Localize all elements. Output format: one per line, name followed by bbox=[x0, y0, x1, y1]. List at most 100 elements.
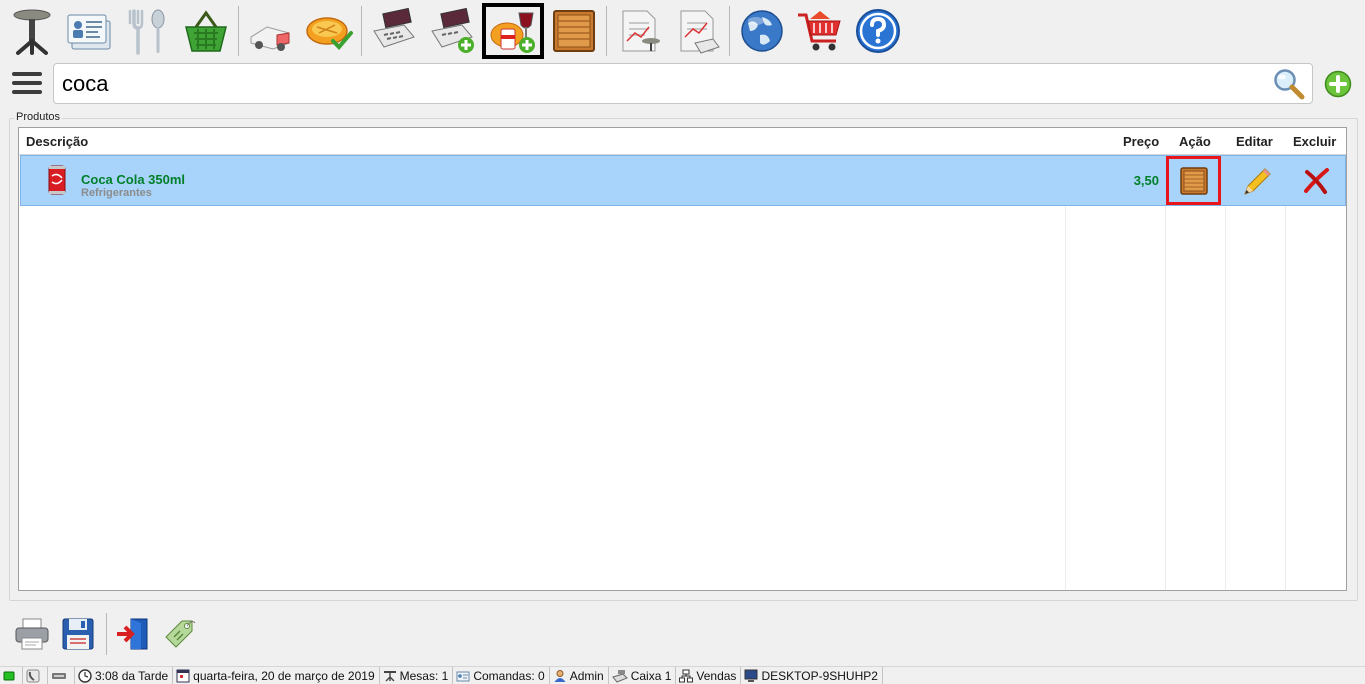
internet-button[interactable] bbox=[734, 3, 790, 59]
customer-card-icon bbox=[67, 14, 111, 50]
status-phone bbox=[23, 667, 48, 684]
pizza-orders-button[interactable] bbox=[301, 3, 357, 59]
table-stand-icon bbox=[13, 9, 51, 55]
status-user: Admin bbox=[550, 667, 609, 684]
bottom-toolbar bbox=[12, 612, 205, 656]
status-time: 3:08 da Tarde bbox=[75, 667, 174, 684]
online-shop-button[interactable] bbox=[792, 3, 848, 59]
user-icon bbox=[554, 669, 566, 682]
stock-action-button[interactable] bbox=[1166, 156, 1221, 205]
status-date-text: quarta-feira, 20 de março de 2019 bbox=[193, 668, 375, 683]
delivery-button[interactable] bbox=[243, 3, 299, 59]
calendar-icon bbox=[176, 669, 190, 682]
hamburger-line bbox=[12, 90, 42, 94]
search-input[interactable] bbox=[62, 68, 1262, 100]
table-row[interactable]: Coca Cola 350ml Refrigerantes 3,50 bbox=[20, 155, 1346, 206]
red-x-icon bbox=[1304, 167, 1329, 194]
help-button[interactable] bbox=[850, 3, 906, 59]
cash-register-small-icon bbox=[611, 669, 628, 683]
toolbar-separator bbox=[361, 6, 362, 56]
status-computer: DESKTOP-9SHUHP2 bbox=[741, 667, 883, 684]
add-product-plus-icon[interactable] bbox=[1324, 70, 1352, 98]
search-box bbox=[53, 63, 1313, 104]
status-cashier: Caixa 1 bbox=[609, 667, 677, 684]
connection-led-icon bbox=[3, 671, 15, 680]
basket-button[interactable] bbox=[178, 3, 234, 59]
delivery-truck-icon bbox=[250, 26, 290, 51]
wooden-crate-icon bbox=[1179, 166, 1208, 195]
bottom-toolbar-separator bbox=[106, 613, 107, 655]
status-orders-text: Comandas: 0 bbox=[473, 668, 545, 683]
product-category: Refrigerantes bbox=[81, 187, 152, 199]
status-orders: Comandas: 0 bbox=[453, 667, 550, 684]
grid-header: Descrição Preço Ação Editar Excluir bbox=[19, 128, 1346, 155]
delete-product-button[interactable] bbox=[1286, 156, 1346, 205]
floppy-disk-icon bbox=[62, 618, 94, 650]
cash-register-add-icon bbox=[431, 7, 474, 53]
cutlery-icon bbox=[128, 9, 165, 55]
soda-can-icon bbox=[48, 165, 66, 195]
status-connection bbox=[0, 667, 23, 684]
status-printer bbox=[48, 667, 75, 684]
column-header-description[interactable]: Descrição bbox=[26, 128, 88, 154]
status-bar: 3:08 da Tarde quarta-feira, 20 de março … bbox=[0, 666, 1365, 684]
stock-button[interactable] bbox=[546, 3, 602, 59]
phone-icon bbox=[26, 669, 40, 682]
status-date: quarta-feira, 20 de março de 2019 bbox=[173, 667, 380, 684]
table-stand-button[interactable] bbox=[4, 3, 60, 59]
report-register-icon bbox=[680, 10, 720, 54]
cash-register-button[interactable] bbox=[366, 3, 422, 59]
print-button[interactable] bbox=[12, 614, 52, 654]
column-header-price[interactable]: Preço bbox=[1123, 128, 1159, 154]
shopping-cart-home-icon bbox=[798, 11, 841, 51]
printer-small-icon bbox=[52, 672, 66, 679]
column-header-delete[interactable]: Excluir bbox=[1293, 128, 1336, 154]
hamburger-line bbox=[12, 81, 42, 85]
pie-check-icon bbox=[306, 17, 353, 50]
pencil-icon bbox=[1244, 167, 1271, 195]
column-header-edit[interactable]: Editar bbox=[1236, 128, 1273, 154]
cash-register-icon bbox=[373, 7, 415, 48]
product-name: Coca Cola 350ml bbox=[81, 172, 186, 187]
status-tables-text: Mesas: 1 bbox=[399, 668, 449, 683]
help-icon bbox=[856, 9, 900, 53]
cash-report-button[interactable] bbox=[669, 3, 725, 59]
report-table-icon bbox=[622, 10, 660, 52]
order-card-icon bbox=[456, 671, 470, 681]
toolbar-separator bbox=[606, 6, 607, 56]
cash-register-add-button[interactable] bbox=[424, 3, 480, 59]
price-tag-button[interactable] bbox=[159, 614, 199, 654]
column-header-action[interactable]: Ação bbox=[1179, 128, 1211, 154]
products-group-label: Produtos bbox=[14, 111, 63, 123]
product-price: 3,50 bbox=[1133, 173, 1159, 188]
toolbar-separator bbox=[238, 6, 239, 56]
status-mode: Vendas bbox=[676, 667, 742, 684]
main-toolbar bbox=[4, 2, 908, 60]
exit-door-icon bbox=[117, 618, 148, 650]
computer-icon bbox=[744, 669, 758, 682]
wooden-crate-icon bbox=[553, 10, 595, 52]
customers-button[interactable] bbox=[62, 3, 118, 59]
search-icon[interactable] bbox=[1272, 67, 1306, 101]
printer-icon bbox=[15, 618, 49, 650]
toolbar-separator bbox=[729, 6, 730, 56]
add-product-icon bbox=[490, 12, 535, 53]
exit-button[interactable] bbox=[113, 614, 153, 654]
status-user-text: Admin bbox=[569, 668, 604, 683]
table-report-button[interactable] bbox=[611, 3, 667, 59]
clock-icon bbox=[78, 668, 92, 683]
status-time-text: 3:08 da Tarde bbox=[95, 668, 169, 683]
green-basket-icon bbox=[185, 10, 227, 52]
globe-icon bbox=[741, 10, 783, 52]
add-product-button[interactable] bbox=[482, 3, 544, 59]
menu-items-button[interactable] bbox=[120, 3, 176, 59]
hamburger-menu-button[interactable] bbox=[12, 71, 42, 95]
status-computer-text: DESKTOP-9SHUHP2 bbox=[761, 668, 878, 683]
status-mode-text: Vendas bbox=[696, 668, 737, 683]
edit-product-button[interactable] bbox=[1226, 156, 1286, 205]
network-icon bbox=[679, 669, 694, 682]
price-tag-icon bbox=[165, 620, 196, 648]
save-button[interactable] bbox=[58, 614, 98, 654]
table-small-icon bbox=[383, 670, 396, 681]
products-grid: Descrição Preço Ação Editar Excluir Coca… bbox=[18, 127, 1347, 591]
